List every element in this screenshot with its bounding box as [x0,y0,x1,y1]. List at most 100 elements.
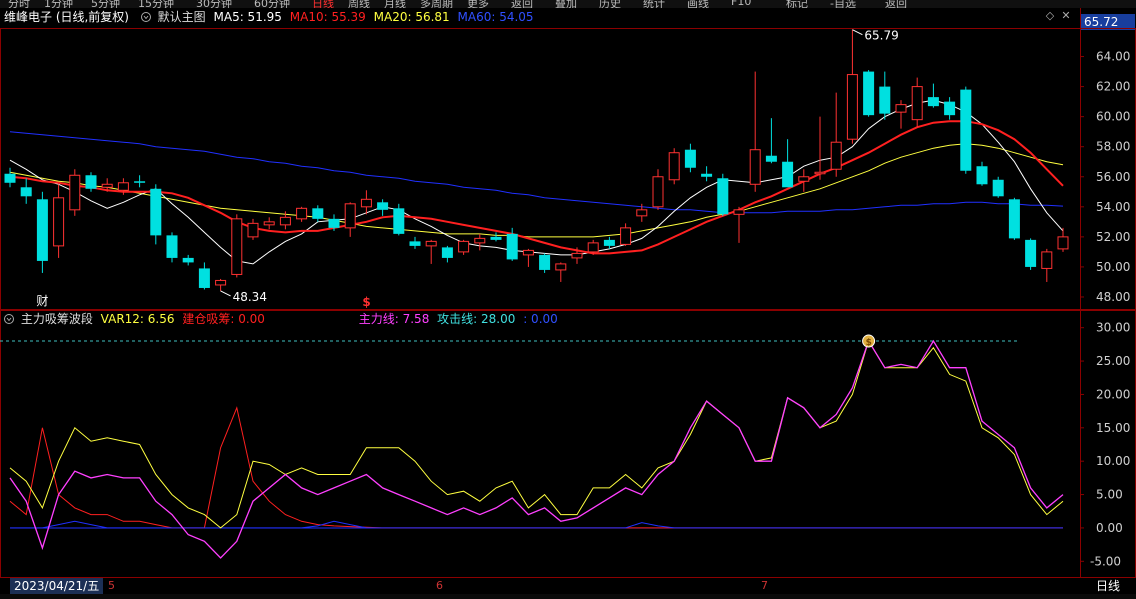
time-axis: 2023/04/21/五 5 6 7 [0,578,1080,594]
month-label: 7 [761,579,768,592]
candle-body [717,178,729,215]
candle-body [620,227,632,245]
candle-body [701,173,713,177]
candle-body [231,218,243,275]
candle-body [992,179,1004,197]
candle-body [522,249,534,256]
ma20-line [9,143,1064,238]
candle-body [279,216,291,226]
indicator-axis-label: 5.00 [1096,488,1123,502]
candle-body [830,141,842,170]
main-line-series [9,339,1064,559]
price-axis-label: 48.00 [1096,290,1130,304]
date-box: 2023/04/21/五 [10,578,104,594]
candle-body [927,97,939,107]
low-pointer [220,290,231,297]
candle-body [587,242,599,253]
candle-body [263,221,275,226]
candle-body [684,149,696,168]
period-label[interactable]: 日线 [1080,578,1136,594]
indicator-axis-label: -5.00 [1090,554,1121,568]
candle-body [749,149,761,185]
candle-body [603,239,615,246]
dividend-marker: $ [362,295,370,309]
candle-body [555,263,567,271]
candle-body [976,166,988,185]
candle-body [20,187,32,197]
candle-body [215,279,227,286]
candle-body [652,176,664,208]
candle-body [490,236,502,240]
month-label: 5 [108,579,115,592]
build-series [9,406,1063,529]
candle-body [944,101,956,116]
candle-body [539,254,551,270]
candle-body [458,240,470,253]
price-axis-label: 56.00 [1096,170,1130,184]
money-bag-glyph: $ [866,338,872,348]
indicator-axis-label: 30.00 [1096,321,1130,335]
price-axis-label: 64.00 [1096,50,1130,64]
candle-body [150,188,162,236]
candle-body [863,71,875,116]
candle-body [798,176,810,182]
candle-body [668,152,680,181]
price-axis-label: 60.00 [1096,110,1130,124]
candle-body [765,155,777,162]
chart-area[interactable]: 64.00 62.00 60.00 58.00 56.00 54.00 52.00 50.00… [0,0,1136,578]
low-price-label: 48.34 [233,290,267,304]
high-pointer [852,29,863,36]
candle-body [636,209,648,217]
candle-body [441,247,453,258]
candle-body [1041,251,1053,269]
candle-body [69,174,81,211]
candle-body [506,233,518,260]
candle-body [344,203,356,229]
status-bar [0,594,1136,599]
indicator-panel-frame [0,310,1136,578]
candle-body [53,197,65,247]
candle-body [814,171,826,175]
candle-body [960,89,972,171]
indicator-axis-label: 15.00 [1096,421,1130,435]
candle-body [377,202,389,210]
candle-body [571,252,583,259]
indicator-axis-label: 10.00 [1096,454,1130,468]
candle-body [36,199,48,261]
candle-body [733,209,745,215]
candle-body [117,182,129,191]
candle-body [1025,239,1037,267]
candle-body [4,173,16,183]
candle-body [101,183,113,188]
candle-body [85,175,97,189]
price-axis-label: 54.00 [1096,200,1130,214]
candle-body [198,268,210,288]
candle-body [393,208,405,234]
candle-body [328,218,340,228]
finance-marker: 财 [36,294,48,308]
indicator-axis-label: 20.00 [1096,387,1130,401]
price-axis-label: 52.00 [1096,230,1130,244]
indicator-axis-label: 0.00 [1096,521,1123,535]
candle-body [425,240,437,247]
price-axis-label: 62.00 [1096,80,1130,94]
candle-body [360,198,372,208]
ma10-line [9,120,1064,255]
candle-body [846,74,858,140]
var12-series [9,339,1064,529]
candle-body [166,235,178,258]
price-axis-label: 58.00 [1096,140,1130,154]
candle-body [247,222,259,238]
candle-body [312,208,324,219]
price-axis-label: 50.00 [1096,260,1130,274]
candle-body [782,161,794,188]
candle-body [474,237,486,244]
high-price-label: 65.79 [864,29,898,43]
candle-body [1008,199,1020,239]
candle-body [895,104,907,113]
candle-body [182,257,194,263]
candle-body [879,86,891,114]
candle-body [409,241,421,246]
month-label: 6 [436,579,443,592]
candle-body [1057,236,1069,250]
